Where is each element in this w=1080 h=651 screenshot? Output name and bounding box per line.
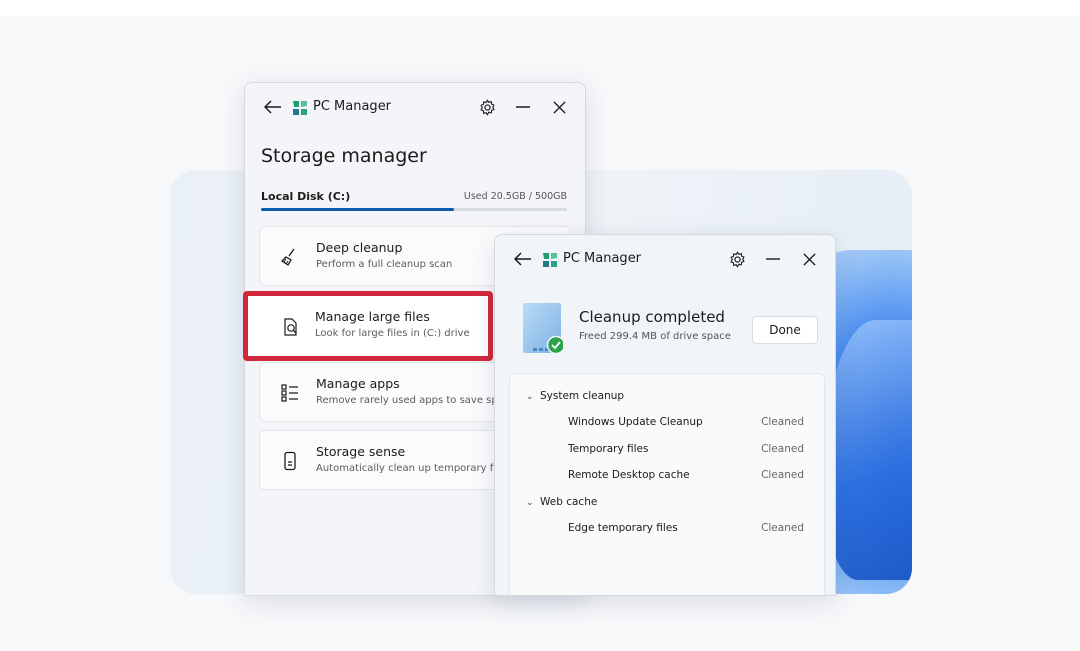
- item-status: Cleaned: [761, 469, 804, 481]
- broom-icon: [280, 248, 295, 266]
- pc-manager-logo-icon: [543, 253, 557, 267]
- disk-usage-text: Used 20.5GB / 500GB: [463, 191, 567, 202]
- close-icon[interactable]: [549, 97, 569, 117]
- group-label: System cleanup: [540, 390, 625, 402]
- pc-manager-logo-icon: [293, 101, 307, 115]
- cleanup-status-title: Cleanup completed: [579, 308, 725, 326]
- disk-usage-fill: [261, 208, 454, 211]
- close-icon[interactable]: [799, 249, 819, 269]
- cleanup-window: PC Manager Cleanup completed Freed 299.4…: [494, 234, 836, 596]
- list-item: Edge temporary files Cleaned: [568, 522, 804, 534]
- item-name: Edge temporary files: [568, 522, 678, 534]
- back-arrow-icon[interactable]: [263, 97, 283, 117]
- group-label: Web cache: [540, 496, 598, 508]
- disk-label: Local Disk (C:): [261, 190, 351, 203]
- card-title: Manage large files: [315, 309, 430, 324]
- gear-icon[interactable]: [477, 97, 497, 117]
- app-name: PC Manager: [313, 99, 392, 114]
- item-status: Cleaned: [761, 443, 804, 455]
- list-item: Windows Update Cleanup Cleaned: [568, 416, 804, 428]
- phone-storage-icon: [284, 451, 296, 471]
- minimize-icon[interactable]: [513, 97, 533, 117]
- app-name: PC Manager: [563, 251, 642, 266]
- list-item: Temporary files Cleaned: [568, 443, 804, 455]
- drive-check-icon: [523, 303, 563, 355]
- card-subtitle: Remove rarely used apps to save space: [316, 395, 516, 406]
- list-item: Remote Desktop cache Cleaned: [568, 469, 804, 481]
- item-status: Cleaned: [761, 416, 804, 428]
- item-name: Windows Update Cleanup: [568, 416, 703, 428]
- chevron-down-icon: ⌄: [526, 498, 534, 508]
- gear-icon[interactable]: [727, 249, 747, 269]
- group-system-cleanup[interactable]: ⌄ System cleanup: [526, 390, 624, 402]
- card-subtitle: Look for large files in (C:) drive: [315, 328, 470, 339]
- page-title: Storage manager: [261, 145, 427, 167]
- card-title: Deep cleanup: [316, 240, 403, 255]
- done-button[interactable]: Done: [752, 316, 818, 344]
- back-arrow-icon[interactable]: [513, 249, 533, 269]
- card-subtitle: Automatically clean up temporary files: [316, 463, 511, 474]
- card-title: Storage sense: [316, 444, 406, 459]
- top-band: [0, 0, 1080, 16]
- large-files-icon: [284, 318, 297, 336]
- cleanup-status-subtitle: Freed 299.4 MB of drive space: [579, 331, 731, 342]
- cleanup-results-list: ⌄ System cleanup Windows Update Cleanup C…: [509, 373, 825, 595]
- disk-usage-bar: [261, 208, 567, 211]
- title-bar: PC Manager: [245, 83, 585, 131]
- item-name: Remote Desktop cache: [568, 469, 690, 481]
- minimize-icon[interactable]: [763, 249, 783, 269]
- apps-list-icon: [281, 384, 298, 402]
- item-status: Cleaned: [761, 522, 804, 534]
- card-subtitle: Perform a full cleanup scan: [316, 259, 453, 270]
- chevron-down-icon: ⌄: [526, 392, 534, 402]
- title-bar: PC Manager: [495, 235, 835, 283]
- group-web-cache[interactable]: ⌄ Web cache: [526, 496, 597, 508]
- item-name: Temporary files: [568, 443, 649, 455]
- manage-large-files-card[interactable]: Manage large files Look for large files …: [243, 291, 493, 361]
- card-title: Manage apps: [316, 376, 400, 391]
